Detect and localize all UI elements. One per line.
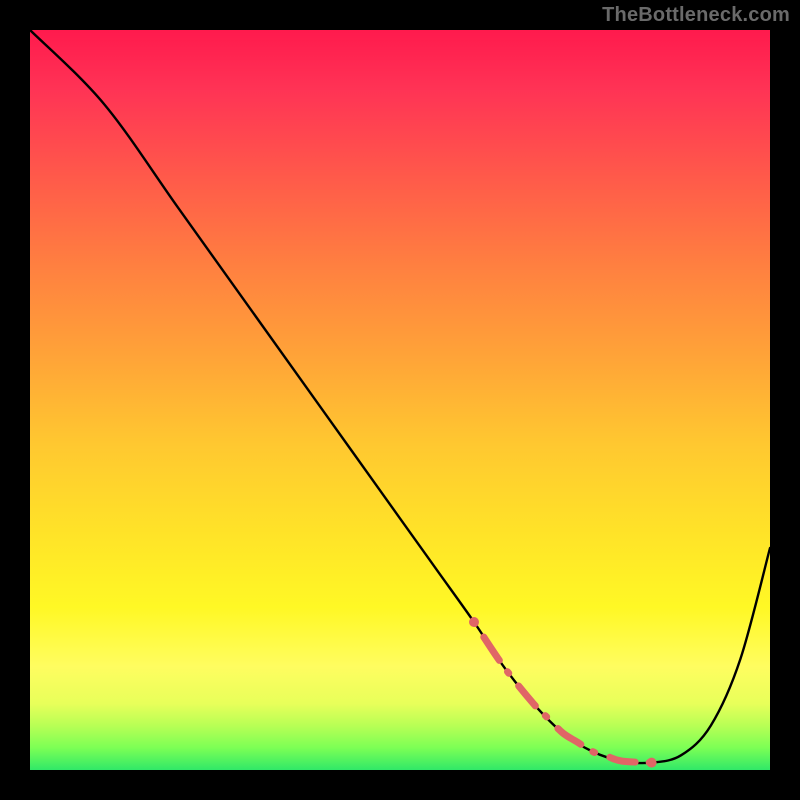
chart-canvas: TheBottleneck.com <box>0 0 800 800</box>
bottleneck-curve <box>30 30 770 763</box>
watermark-label: TheBottleneck.com <box>602 4 790 27</box>
curve-layer <box>30 30 770 770</box>
trough-marker-dot <box>647 758 657 768</box>
trough-marker-dot <box>469 617 479 627</box>
trough-markers <box>474 622 652 763</box>
plot-area <box>30 30 770 770</box>
